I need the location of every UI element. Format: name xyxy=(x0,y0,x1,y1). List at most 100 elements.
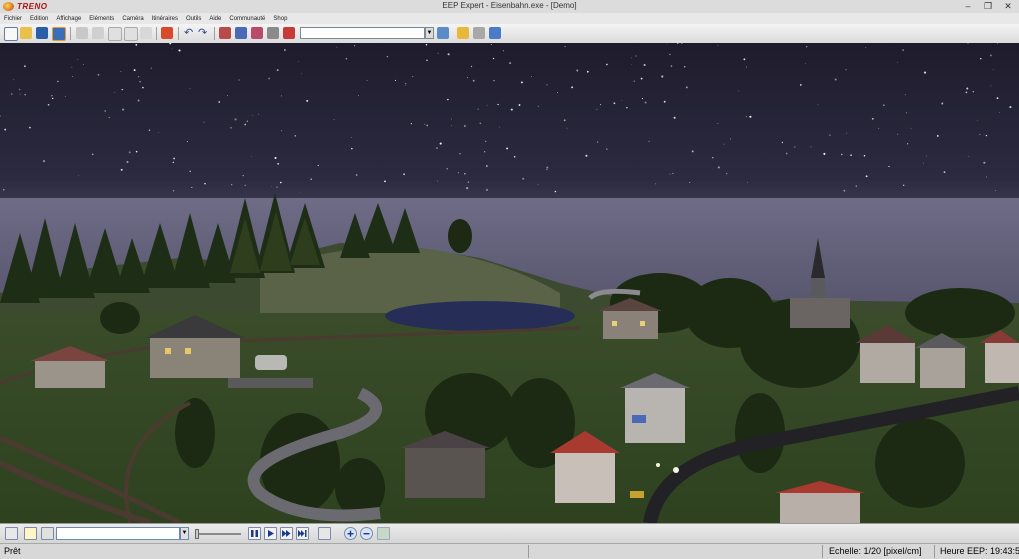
star xyxy=(472,79,475,82)
star xyxy=(268,77,270,80)
menu-affichage[interactable]: Affichage xyxy=(52,16,85,22)
star xyxy=(897,62,898,63)
window-icon[interactable] xyxy=(108,27,122,41)
save-as-icon[interactable] xyxy=(52,27,66,41)
star xyxy=(630,64,632,65)
star xyxy=(999,111,1001,113)
star xyxy=(689,181,691,183)
star xyxy=(280,95,282,97)
star xyxy=(499,126,501,128)
fast-forward-icon[interactable] xyxy=(280,527,293,540)
speed-slider-thumb[interactable] xyxy=(195,529,199,539)
camera-icon[interactable] xyxy=(41,527,54,540)
book-icon[interactable] xyxy=(489,27,501,39)
chevron-down-icon[interactable]: ▼ xyxy=(180,527,189,540)
menu-camera[interactable]: Caméra xyxy=(118,16,147,22)
star xyxy=(459,153,461,155)
tanker-wagon xyxy=(255,355,287,370)
pointer-icon[interactable] xyxy=(5,527,18,540)
copy-icon[interactable] xyxy=(140,27,152,39)
chevron-down-icon[interactable]: ▼ xyxy=(425,27,434,39)
star xyxy=(447,53,450,56)
star xyxy=(172,190,175,192)
star xyxy=(191,187,193,188)
train-icon-1[interactable] xyxy=(219,27,231,39)
star xyxy=(502,50,504,52)
star xyxy=(366,80,368,82)
star xyxy=(781,141,784,144)
reset-icon[interactable] xyxy=(318,527,331,540)
play-icon[interactable] xyxy=(264,527,277,540)
star xyxy=(104,110,107,112)
star xyxy=(493,79,495,82)
star xyxy=(173,157,176,160)
train-selector[interactable] xyxy=(56,527,180,540)
close-icon[interactable]: ✕ xyxy=(1001,1,1015,12)
print-icon[interactable] xyxy=(76,27,88,39)
status-divider xyxy=(528,545,529,558)
zoom-out-icon[interactable] xyxy=(360,527,373,540)
redo-icon[interactable]: ↷ xyxy=(198,27,210,39)
lightbulb-icon[interactable] xyxy=(24,527,37,540)
menu-edition[interactable]: Edition xyxy=(26,16,52,22)
star xyxy=(244,184,246,186)
new-file-icon[interactable] xyxy=(4,27,18,41)
star xyxy=(484,151,486,153)
open-folder-icon[interactable] xyxy=(20,27,32,39)
star xyxy=(673,116,676,119)
print-preview-icon[interactable] xyxy=(92,27,104,39)
menu-communaute[interactable]: Communauté xyxy=(225,16,269,22)
star xyxy=(246,120,249,123)
star xyxy=(633,80,635,82)
tools-icon[interactable] xyxy=(473,27,485,39)
star xyxy=(966,87,969,90)
skip-forward-icon[interactable] xyxy=(296,527,309,540)
train-icon-5[interactable] xyxy=(283,27,295,39)
star xyxy=(3,189,5,191)
menu-itineraires[interactable]: Itinéraires xyxy=(148,16,182,22)
window-alt-icon[interactable] xyxy=(124,27,138,41)
menu-elements[interactable]: Eléments xyxy=(85,16,118,22)
star xyxy=(878,127,880,129)
star xyxy=(351,137,352,138)
speed-slider-track[interactable] xyxy=(195,533,241,535)
sun-icon[interactable] xyxy=(457,27,469,39)
star xyxy=(317,164,319,167)
train-icon-2[interactable] xyxy=(235,27,247,39)
lake xyxy=(385,301,575,331)
undo-icon[interactable]: ↶ xyxy=(184,27,196,39)
zoom-in-icon[interactable] xyxy=(344,527,357,540)
car-headlight xyxy=(656,463,660,467)
star xyxy=(663,100,666,103)
star xyxy=(490,43,492,45)
star xyxy=(271,186,273,187)
map-icon[interactable] xyxy=(437,27,449,39)
layer-selector[interactable] xyxy=(300,27,425,39)
paste-icon[interactable] xyxy=(161,27,173,39)
pause-icon[interactable] xyxy=(248,527,261,540)
train-icon-4[interactable] xyxy=(267,27,279,39)
menu-aide[interactable]: Aide xyxy=(205,16,225,22)
menu-shop[interactable]: Shop xyxy=(269,16,291,22)
star xyxy=(723,143,725,145)
star xyxy=(204,182,206,185)
menu-outils[interactable]: Outils xyxy=(182,16,205,22)
menu-fichier[interactable]: Fichier xyxy=(0,16,26,22)
save-icon[interactable] xyxy=(36,27,48,39)
star xyxy=(537,105,539,107)
overview-icon[interactable] xyxy=(377,527,390,540)
3d-viewport[interactable] xyxy=(0,43,1019,523)
star xyxy=(586,70,589,73)
star xyxy=(571,86,574,89)
star xyxy=(746,66,748,68)
star xyxy=(477,108,479,110)
star xyxy=(437,180,439,182)
star xyxy=(78,174,79,176)
star xyxy=(51,95,53,97)
star xyxy=(298,61,299,62)
star xyxy=(989,54,992,57)
train-icon-3[interactable] xyxy=(251,27,263,39)
minimize-icon[interactable]: – xyxy=(961,1,975,12)
star xyxy=(712,157,714,159)
restore-icon[interactable]: ❐ xyxy=(981,1,995,12)
